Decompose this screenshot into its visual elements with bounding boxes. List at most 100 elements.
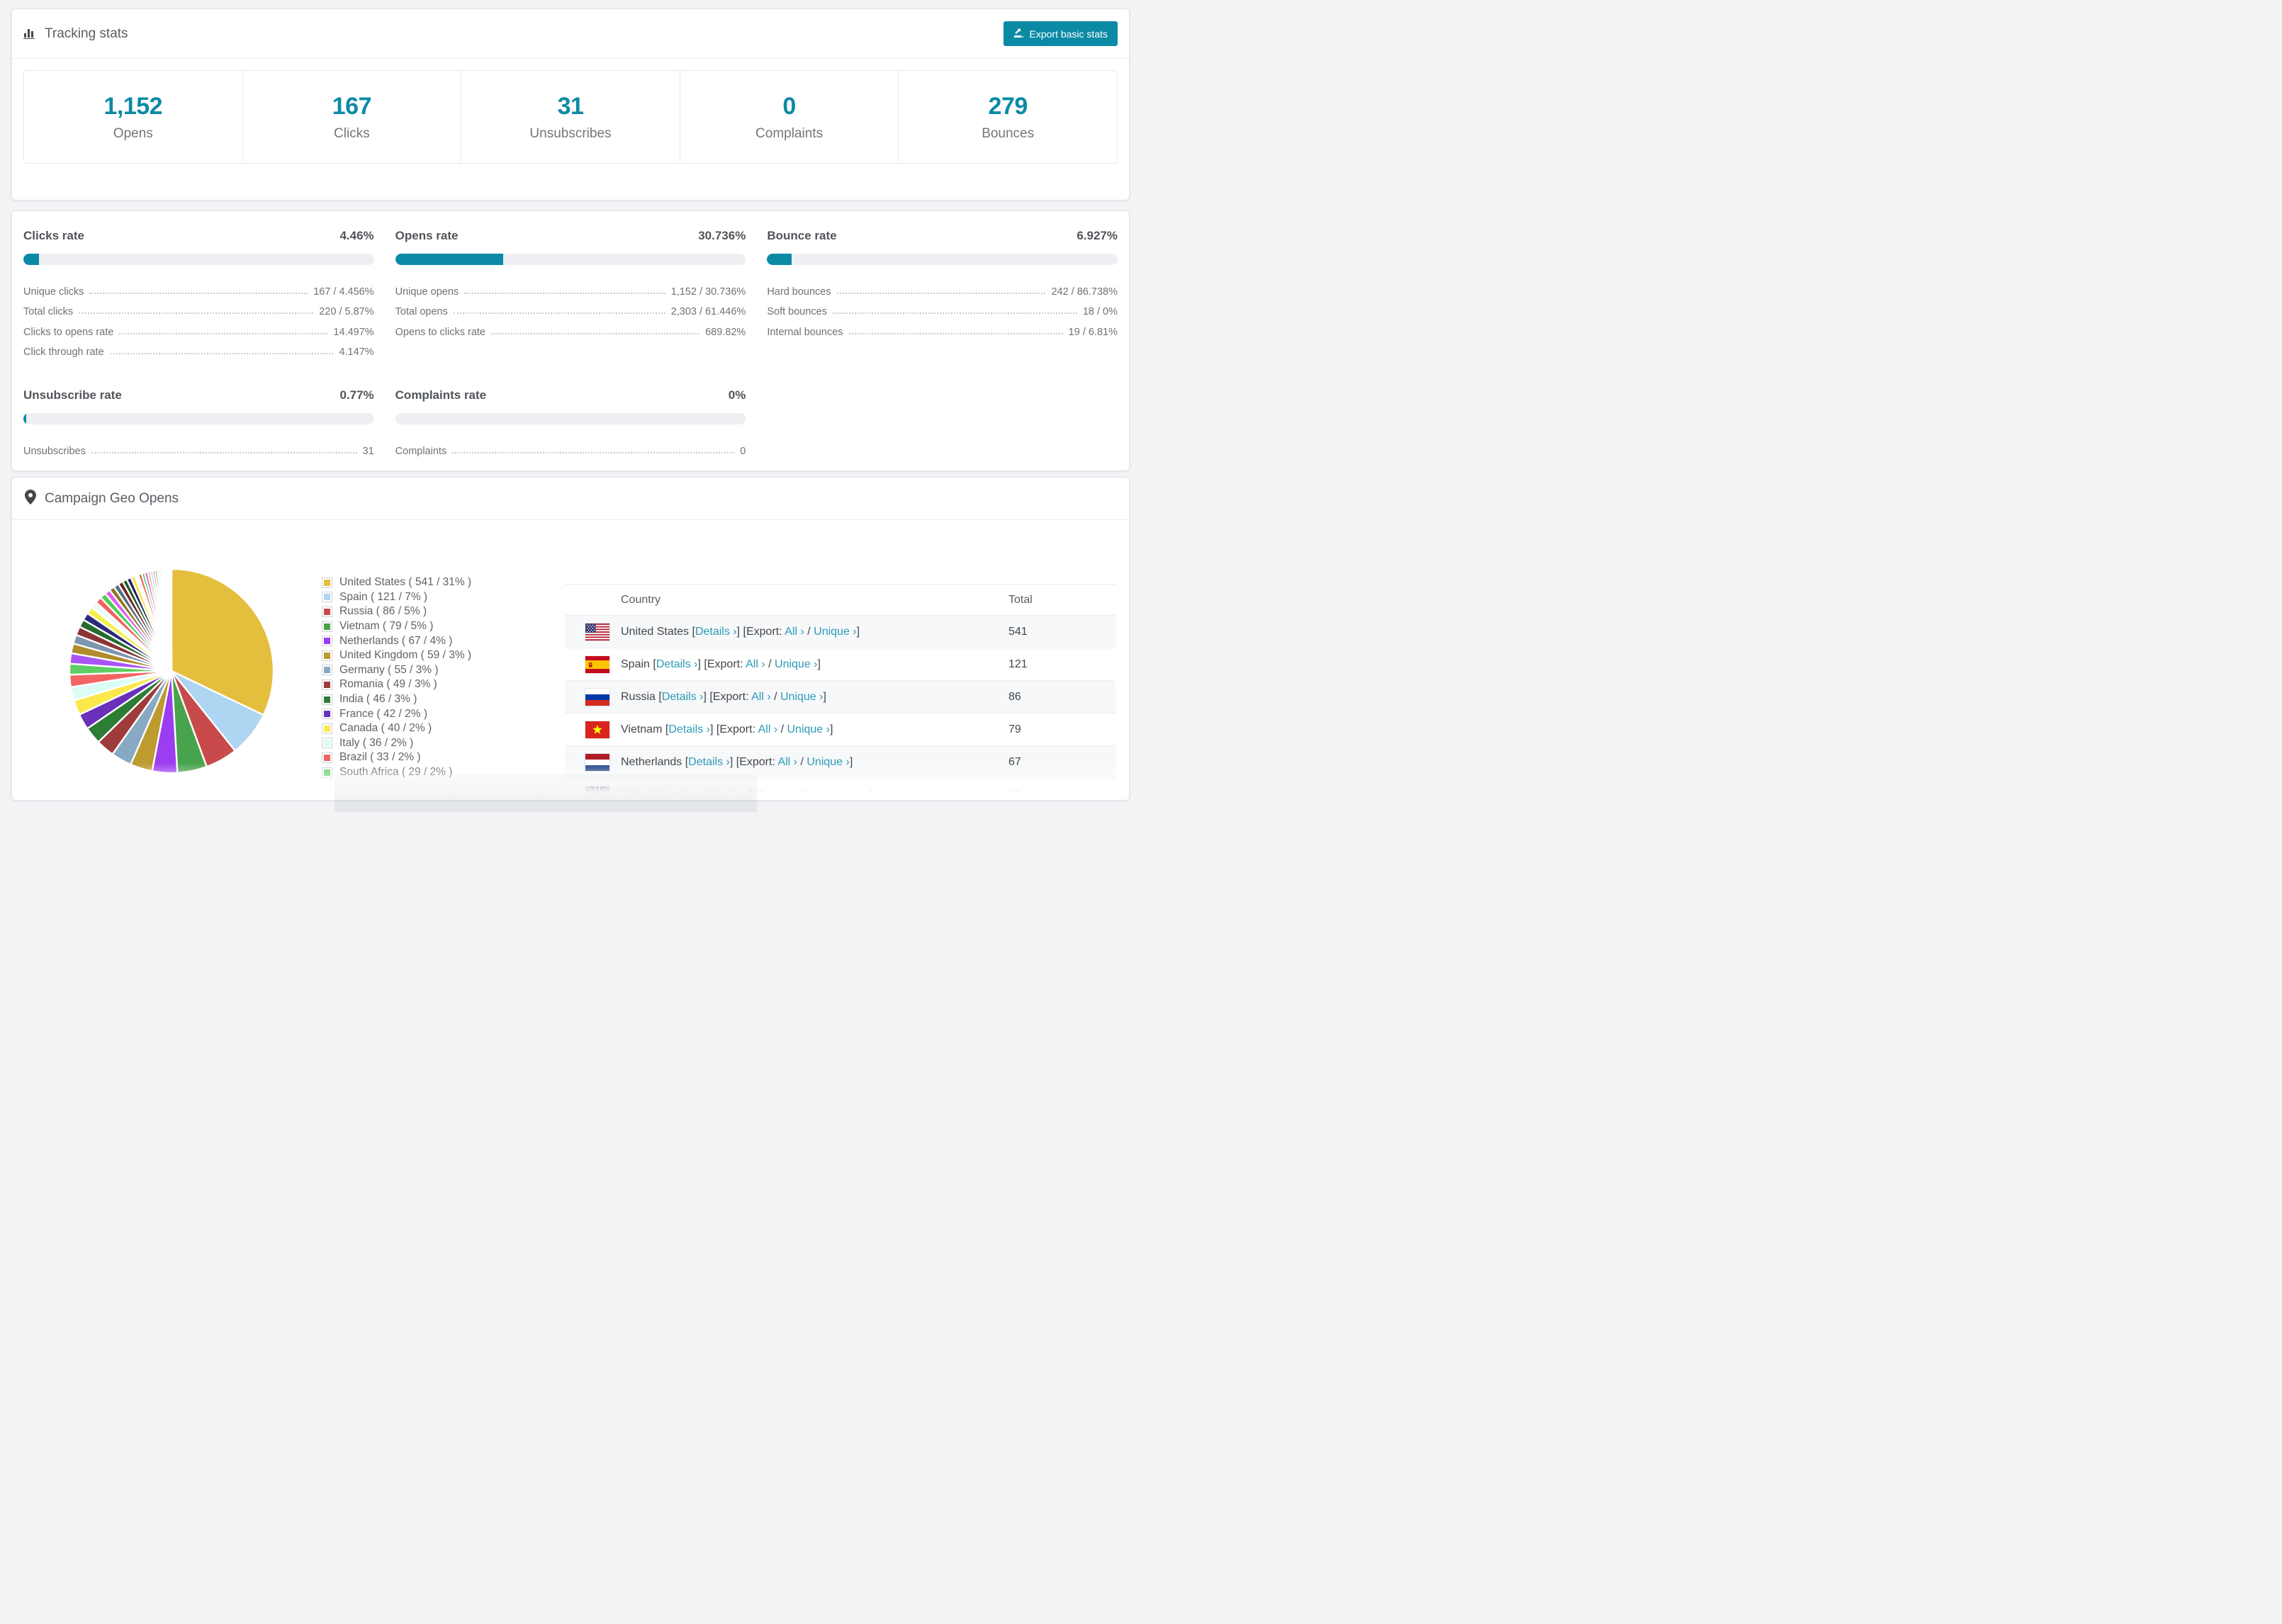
legend-swatch-romania bbox=[322, 679, 332, 690]
export-basic-stats-button[interactable]: Export basic stats bbox=[1003, 21, 1118, 46]
stat-value-complaints: 0 bbox=[782, 92, 796, 120]
export-all-link-united-kingdom[interactable]: All › bbox=[797, 789, 817, 801]
country-cell: Vietnam [Details ›] [Export: All › / Uni… bbox=[621, 723, 833, 735]
country-cell: Netherlands [Details ›] [Export: All › /… bbox=[621, 755, 853, 768]
legend-swatch-netherlands bbox=[322, 636, 332, 647]
dotted-leader bbox=[89, 292, 308, 294]
rate-row-internal-bounces: Internal bounces 19 / 6.81% bbox=[767, 320, 1118, 340]
rate-value-bounce: 6.927% bbox=[1077, 229, 1118, 242]
rate-value-opens: 30.736% bbox=[698, 229, 746, 242]
dotted-leader bbox=[119, 332, 328, 334]
details-link-russia[interactable]: Details › bbox=[662, 691, 704, 703]
legend-item-united-states[interactable]: United States ( 541 / 31% ) bbox=[322, 575, 471, 590]
rate-row-total-clicks: Total clicks 220 / 5.87% bbox=[23, 300, 374, 320]
legend-swatch-india bbox=[322, 694, 332, 705]
geo-table-header-row: Country Total bbox=[565, 584, 1115, 615]
rate-block-clicks: Clicks rate 4.46% Unique clicks 167 / 4.456… bbox=[23, 229, 374, 360]
export-all-link-vietnam[interactable]: All › bbox=[758, 723, 778, 735]
progress-track-unsubscribe bbox=[23, 413, 374, 424]
stat-label-complaints: Complaints bbox=[755, 125, 824, 141]
legend-item-spain[interactable]: Spain ( 121 / 7% ) bbox=[322, 590, 471, 605]
geo-opens-pie-chart[interactable] bbox=[67, 567, 276, 775]
country-name: Spain bbox=[621, 658, 653, 670]
details-link-spain[interactable]: Details › bbox=[656, 658, 698, 670]
rate-row-click-through-rate: Click through rate 4.147% bbox=[23, 340, 374, 361]
legend-swatch-united-kingdom bbox=[322, 650, 332, 661]
progress-track-clicks bbox=[23, 254, 374, 265]
vn-flag-icon bbox=[585, 721, 609, 738]
legend-item-netherlands[interactable]: Netherlands ( 67 / 4% ) bbox=[322, 633, 471, 648]
export-all-link-united-states[interactable]: All › bbox=[785, 626, 804, 638]
stat-value-unsubscribes: 31 bbox=[557, 92, 584, 120]
summary-stats-row: 1,152 Opens 167 Clicks 31 Unsubscribes 0 Compla… bbox=[23, 70, 1118, 164]
legend-label-spain: Spain ( 121 / 7% ) bbox=[339, 590, 428, 603]
stat-label-clicks: Clicks bbox=[334, 125, 370, 141]
country-cell: Russia [Details ›] [Export: All › / Uniq… bbox=[621, 690, 826, 703]
rate-header-opens: Opens rate 30.736% bbox=[395, 229, 746, 243]
export-unique-link-united-kingdom[interactable]: Unique › bbox=[826, 789, 869, 801]
legend-item-germany[interactable]: Germany ( 55 / 3% ) bbox=[322, 663, 471, 678]
details-link-netherlands[interactable]: Details › bbox=[688, 756, 730, 768]
total-cell: 121 bbox=[1008, 658, 1028, 670]
flag-cell bbox=[565, 688, 621, 706]
progress-track-complaints bbox=[395, 413, 746, 424]
geo-opens-table: Country Total United States [Details ›] [E… bbox=[565, 584, 1115, 801]
progress-fill-unsubscribe bbox=[23, 413, 26, 424]
export-unique-link-netherlands[interactable]: Unique › bbox=[806, 756, 849, 768]
nl-flag-icon bbox=[585, 753, 609, 771]
legend-label-italy: Italy ( 36 / 2% ) bbox=[339, 736, 414, 749]
details-link-united-kingdom[interactable]: Details › bbox=[708, 789, 750, 801]
legend-item-russia[interactable]: Russia ( 86 / 5% ) bbox=[322, 604, 471, 619]
export-unique-link-vietnam[interactable]: Unique › bbox=[787, 723, 830, 735]
stat-label-opens: Opens bbox=[113, 125, 153, 141]
es-flag-icon bbox=[585, 655, 609, 673]
total-cell: 59 bbox=[1008, 788, 1021, 801]
rate-row-label: Internal bounces bbox=[767, 326, 843, 338]
rate-row-label: Unique opens bbox=[395, 286, 459, 298]
country-name: Russia bbox=[621, 690, 659, 703]
legend-swatch-germany bbox=[322, 665, 332, 676]
stat-box-unsubscribes: 31 Unsubscribes bbox=[461, 71, 680, 163]
legend-label-vietnam: Vietnam ( 79 / 5% ) bbox=[339, 620, 434, 633]
export-all-link-spain[interactable]: All › bbox=[746, 658, 765, 670]
export-unique-link-spain[interactable]: Unique › bbox=[775, 658, 817, 670]
rate-row-value: 0 bbox=[740, 445, 746, 457]
legend-label-france: France ( 42 / 2% ) bbox=[339, 707, 428, 720]
rate-block-complaints: Complaints rate 0% Complaints 0 bbox=[395, 388, 746, 459]
details-link-vietnam[interactable]: Details › bbox=[668, 723, 710, 735]
stat-box-opens: 1,152 Opens bbox=[24, 71, 243, 163]
rate-block-bounce: Bounce rate 6.927% Hard bounces 242 / 86.73… bbox=[767, 229, 1118, 360]
rate-row-unsubscribes: Unsubscribes 31 bbox=[23, 439, 374, 459]
country-name: United Kingdom bbox=[621, 788, 705, 801]
legend-item-italy[interactable]: Italy ( 36 / 2% ) bbox=[322, 736, 471, 751]
rates-card: Clicks rate 4.46% Unique clicks 167 / 4.456… bbox=[11, 210, 1130, 471]
country-cell: United States [Details ›] [Export: All ›… bbox=[621, 625, 860, 638]
pie-slice-other-39[interactable] bbox=[170, 568, 173, 672]
legend-item-vietnam[interactable]: Vietnam ( 79 / 5% ) bbox=[322, 619, 471, 634]
page-title: Tracking stats bbox=[45, 26, 128, 41]
legend-item-india[interactable]: India ( 46 / 3% ) bbox=[322, 692, 471, 707]
legend-item-brazil[interactable]: Brazil ( 33 / 2% ) bbox=[322, 750, 471, 765]
total-cell: 79 bbox=[1008, 723, 1021, 735]
ru-flag-icon bbox=[585, 688, 609, 706]
export-unique-link-russia[interactable]: Unique › bbox=[780, 691, 823, 703]
legend-item-united-kingdom[interactable]: United Kingdom ( 59 / 3% ) bbox=[322, 648, 471, 663]
legend-item-france[interactable]: France ( 42 / 2% ) bbox=[322, 706, 471, 721]
export-unique-link-united-states[interactable]: Unique › bbox=[814, 626, 856, 638]
geo-table-row-united-kingdom: United Kingdom [Details ›] [Export: All … bbox=[565, 778, 1115, 801]
stat-box-complaints: 0 Complaints bbox=[680, 71, 899, 163]
rate-row-total-opens: Total opens 2,303 / 61.446% bbox=[395, 300, 746, 320]
stat-value-bounces: 279 bbox=[988, 92, 1028, 120]
legend-item-romania[interactable]: Romania ( 49 / 3% ) bbox=[322, 677, 471, 692]
rate-detail-rows-bounce: Hard bounces 242 / 86.738% Soft bounces 18 … bbox=[767, 279, 1118, 340]
legend-swatch-canada bbox=[322, 723, 332, 734]
export-all-link-netherlands[interactable]: All › bbox=[777, 756, 797, 768]
details-link-united-states[interactable]: Details › bbox=[695, 626, 737, 638]
legend-label-united-states: United States ( 541 / 31% ) bbox=[339, 576, 472, 589]
legend-item-south-africa[interactable]: South Africa ( 29 / 2% ) bbox=[322, 765, 471, 780]
export-all-link-russia[interactable]: All › bbox=[751, 691, 771, 703]
geo-table-row-vietnam: Vietnam [Details ›] [Export: All › / Uni… bbox=[565, 713, 1115, 745]
country-name: Netherlands bbox=[621, 755, 685, 768]
legend-item-canada[interactable]: Canada ( 40 / 2% ) bbox=[322, 721, 471, 736]
stat-label-unsubscribes: Unsubscribes bbox=[529, 125, 612, 141]
